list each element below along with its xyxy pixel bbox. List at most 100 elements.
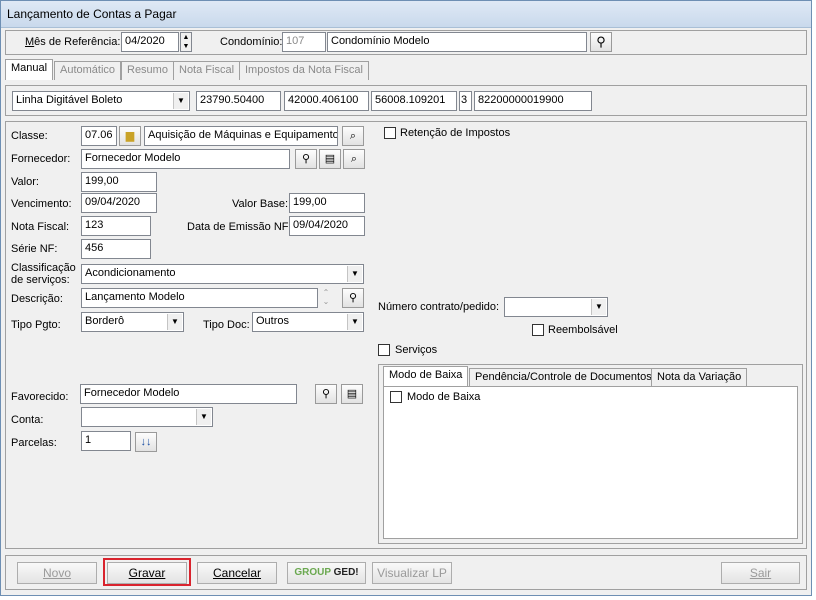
- valor-base-label: Valor Base:: [232, 198, 289, 210]
- tab-manual[interactable]: Manual: [5, 59, 54, 80]
- barcode-type-value: Linha Digitável Boleto: [16, 94, 123, 106]
- retencao-label: Retenção de Impostos: [400, 127, 511, 139]
- numero-contrato-select[interactable]: ▼: [504, 297, 608, 317]
- sair-label: Sair: [749, 566, 772, 580]
- cancelar-label: Cancelar: [212, 566, 262, 580]
- retencao-checkbox[interactable]: [384, 127, 396, 139]
- novo-label: Novo: [42, 566, 71, 580]
- chevron-down-icon[interactable]: ▼: [347, 314, 362, 330]
- binoculars-icon[interactable]: ⚲: [342, 288, 364, 308]
- classificacao-value: Acondicionamento: [85, 267, 176, 279]
- tipo-pgto-value: Borderô: [85, 315, 125, 327]
- parcelas-label: Parcelas:: [11, 437, 57, 449]
- binoculars-icon[interactable]: ⚲: [315, 384, 337, 404]
- subtab-modo-baixa[interactable]: Modo de Baixa: [383, 366, 469, 387]
- data-emissao-input[interactable]: 09/04/2020: [289, 216, 365, 236]
- tipo-pgto-select[interactable]: Borderô ▼: [81, 312, 184, 332]
- condominio-code-input[interactable]: 107: [282, 32, 326, 52]
- double-arrow-down-icon[interactable]: ↓↓: [135, 432, 157, 452]
- spin-up-icon[interactable]: ▲: [181, 33, 191, 42]
- tab-nota-fiscal[interactable]: Nota Fiscal: [173, 61, 241, 80]
- barcode-field-2[interactable]: 42000.406100: [284, 91, 369, 111]
- subtab-content: [383, 386, 798, 539]
- conta-select[interactable]: ▼: [81, 407, 213, 427]
- mes-spinner[interactable]: ▲ ▼: [180, 32, 192, 52]
- modo-baixa-label: Modo de Baixa: [407, 391, 481, 403]
- favorecido-label: Favorecido:: [11, 391, 69, 403]
- modo-baixa-checkbox[interactable]: [390, 391, 402, 403]
- chevron-down-icon[interactable]: ▼: [196, 409, 211, 425]
- chevron-down-icon[interactable]: ▼: [173, 93, 188, 109]
- binoculars-icon[interactable]: ⚲: [590, 32, 612, 52]
- serie-label: Série NF:: [11, 243, 58, 255]
- vencimento-input[interactable]: 09/04/2020: [81, 193, 157, 213]
- fornecedor-input[interactable]: Fornecedor Modelo: [81, 149, 290, 169]
- novo-button[interactable]: Novo: [17, 562, 97, 584]
- subtab-pendencia[interactable]: Pendência/Controle de Documentos: [469, 368, 658, 387]
- form-icon[interactable]: ▤: [341, 384, 363, 404]
- binoculars-icon[interactable]: ⚲: [295, 149, 317, 169]
- valor-base-input[interactable]: 199,00: [289, 193, 365, 213]
- mes-label: Mês de Referência:: [25, 36, 121, 48]
- tab-resumo[interactable]: Resumo: [121, 61, 174, 80]
- tab-automatico[interactable]: Automático: [54, 61, 122, 80]
- reembolsavel-label: Reembolsável: [548, 324, 618, 336]
- chevron-down-icon[interactable]: ▼: [347, 266, 362, 282]
- gravar-button[interactable]: Gravar: [107, 562, 187, 584]
- nota-fiscal-label: Nota Fiscal:: [11, 221, 70, 233]
- barcode-field-1[interactable]: 23790.50400: [196, 91, 281, 111]
- descricao-label: Descrição:: [11, 293, 63, 305]
- subtab-nota-variacao[interactable]: Nota da Variação: [651, 368, 748, 387]
- barcode-field-5[interactable]: 82200000019900: [474, 91, 592, 111]
- servicos-label: Serviços: [395, 344, 438, 356]
- data-emissao-label: Data de Emissão NF:: [187, 221, 292, 233]
- valor-label: Valor:: [11, 176, 39, 188]
- visualizar-label: Visualizar LP: [377, 566, 447, 580]
- window-title: Lançamento de Contas a Pagar: [7, 7, 177, 21]
- classificacao-label-1: Classificação: [11, 262, 76, 274]
- form-icon[interactable]: ▤: [319, 149, 341, 169]
- search-icon[interactable]: ⌕: [342, 126, 364, 146]
- search-icon[interactable]: ⌕: [343, 149, 365, 169]
- barcode-field-3[interactable]: 56008.109201: [371, 91, 457, 111]
- valor-input[interactable]: 199,00: [81, 172, 157, 192]
- barcode-field-4[interactable]: 3: [459, 91, 472, 111]
- tipo-doc-label: Tipo Doc:: [203, 319, 250, 331]
- mes-input[interactable]: 04/2020: [121, 32, 179, 52]
- classificacao-select[interactable]: Acondicionamento ▼: [81, 264, 364, 284]
- condominio-name-input[interactable]: Condomínio Modelo: [327, 32, 587, 52]
- spin-down-icon[interactable]: ▼: [181, 42, 191, 51]
- vencimento-label: Vencimento:: [11, 198, 72, 210]
- tab-impostos[interactable]: Impostos da Nota Fiscal: [239, 61, 369, 80]
- barcode-type-select[interactable]: Linha Digitável Boleto ▼: [12, 91, 190, 111]
- scroll-arrows-icon[interactable]: ⌃ ⌄: [321, 288, 331, 306]
- gravar-label: Gravar: [128, 566, 166, 580]
- chevron-down-icon[interactable]: ▼: [167, 314, 182, 330]
- serie-input[interactable]: 456: [81, 239, 151, 259]
- descricao-input[interactable]: Lançamento Modelo: [81, 288, 318, 308]
- sair-button[interactable]: Sair: [721, 562, 800, 584]
- ged-ged-label: GED!: [333, 567, 359, 578]
- reembolsavel-checkbox[interactable]: [532, 324, 544, 336]
- favorecido-input[interactable]: Fornecedor Modelo: [80, 384, 297, 404]
- classe-code-input[interactable]: 07.06: [81, 126, 117, 146]
- fornecedor-label: Fornecedor:: [11, 153, 71, 165]
- visualizar-lp-button[interactable]: Visualizar LP: [372, 562, 452, 584]
- title-bar: Lançamento de Contas a Pagar: [1, 1, 811, 28]
- nota-fiscal-input[interactable]: 123: [81, 216, 151, 236]
- numero-contrato-label: Número contrato/pedido:: [378, 301, 500, 313]
- parcelas-input[interactable]: 1: [81, 431, 131, 451]
- classe-desc-input[interactable]: Aquisição de Máquinas e Equipamentos: [144, 126, 338, 146]
- main-window: Lançamento de Contas a Pagar Mês de Refe…: [0, 0, 812, 596]
- classificacao-label-2: de serviços:: [11, 274, 70, 286]
- servicos-checkbox[interactable]: [378, 344, 390, 356]
- tipo-doc-select[interactable]: Outros ▼: [252, 312, 364, 332]
- condominio-label: Condomínio:: [220, 36, 283, 48]
- group-ged-button[interactable]: GROUP GED!: [287, 562, 366, 584]
- classe-label: Classe:: [11, 130, 48, 142]
- conta-label: Conta:: [11, 414, 44, 426]
- tipo-doc-value: Outros: [256, 315, 290, 327]
- cancelar-button[interactable]: Cancelar: [197, 562, 277, 584]
- chevron-down-icon[interactable]: ▼: [591, 299, 606, 315]
- folder-icon[interactable]: ▆: [119, 126, 141, 146]
